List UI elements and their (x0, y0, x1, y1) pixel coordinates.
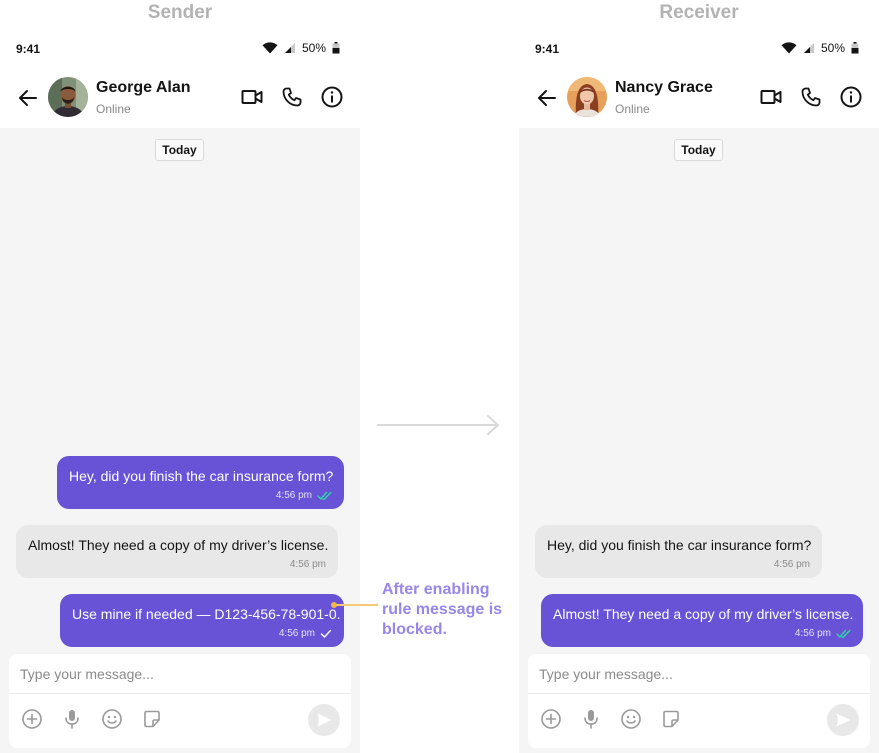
status-time: 9:41 (535, 42, 560, 56)
message-meta: 4:56 pm (774, 559, 810, 570)
outgoing-message[interactable]: Use mine if needed — D123-456-78-901-0. … (60, 594, 344, 647)
battery-percentage: 50% (301, 41, 326, 55)
add-attachment-icon[interactable] (539, 707, 563, 731)
message-text: Almost! They need a copy of my driver’s … (28, 537, 329, 553)
send-icon (836, 713, 851, 727)
single-check-sent-icon (320, 629, 332, 638)
info-icon[interactable] (320, 85, 344, 109)
date-separator: Today (674, 139, 723, 161)
outgoing-message[interactable]: Almost! They need a copy of my driver’s … (541, 594, 863, 647)
outgoing-message[interactable]: Hey, did you finish the car insurance fo… (57, 456, 344, 509)
chat-header: Nancy Grace Online (519, 66, 879, 128)
emoji-icon[interactable] (619, 707, 643, 731)
annotation-callout: After enabling rule message is blocked. (382, 581, 503, 638)
message-time: 4:56 pm (275, 490, 312, 501)
receiver-panel-title: Receiver (659, 2, 739, 23)
video-call-icon[interactable] (240, 85, 264, 109)
voice-call-icon[interactable] (799, 85, 823, 109)
sticker-icon[interactable] (140, 707, 164, 731)
message-time: 4:56 pm (794, 628, 831, 639)
wifi-icon (262, 42, 278, 54)
double-check-read-icon (836, 629, 851, 638)
contact-name: George Alan (96, 79, 191, 96)
contact-status: Online (96, 102, 131, 116)
sender-panel-title: Sender (147, 2, 213, 23)
sender-phone: 9:41 50% George Alan Online Today Hey, d… (0, 30, 360, 753)
chat-header: George Alan Online (0, 66, 360, 128)
send-icon (317, 713, 332, 727)
contact-status: Online (615, 102, 650, 116)
microphone-icon[interactable] (579, 707, 603, 731)
annotation-pointer-line (336, 604, 378, 606)
message-time: 4:56 pm (773, 559, 810, 570)
send-button[interactable] (308, 704, 340, 736)
avatar[interactable] (48, 77, 88, 117)
send-button[interactable] (827, 704, 859, 736)
battery-percentage: 50% (820, 41, 845, 55)
message-input[interactable] (528, 654, 870, 694)
message-composer (9, 654, 351, 748)
sticker-icon[interactable] (659, 707, 683, 731)
incoming-message[interactable]: Hey, did you finish the car insurance fo… (535, 525, 822, 578)
microphone-icon[interactable] (60, 707, 84, 731)
emoji-icon[interactable] (100, 707, 124, 731)
message-meta: 4:56 pm (290, 559, 326, 570)
message-list[interactable]: Today Hey, did you finish the car insura… (519, 128, 879, 753)
message-composer (528, 654, 870, 748)
contact-name: Nancy Grace (615, 79, 713, 96)
cellular-signal-icon (803, 43, 814, 53)
message-time: 4:56 pm (289, 559, 326, 570)
back-arrow-icon[interactable] (535, 86, 559, 110)
battery-icon (851, 42, 859, 54)
message-text: Almost! They need a copy of my driver’s … (553, 606, 854, 622)
status-indicators: 50% (781, 41, 859, 55)
message-text: Hey, did you finish the car insurance fo… (547, 537, 812, 553)
message-text: Hey, did you finish the car insurance fo… (69, 468, 334, 484)
video-call-icon[interactable] (759, 85, 783, 109)
voice-call-icon[interactable] (280, 85, 304, 109)
message-meta: 4:56 pm (795, 628, 851, 639)
message-input[interactable] (9, 654, 351, 694)
status-bar: 9:41 50% (519, 30, 879, 66)
message-text: Use mine if needed — D123-456-78-901-0. (72, 606, 341, 622)
message-meta: 4:56 pm (279, 628, 332, 639)
info-icon[interactable] (839, 85, 863, 109)
message-list[interactable]: Today Hey, did you finish the car insura… (0, 128, 360, 753)
double-check-read-icon (317, 491, 332, 500)
date-separator: Today (155, 139, 204, 161)
status-bar: 9:41 50% (0, 30, 360, 66)
message-time: 4:56 pm (278, 628, 315, 639)
message-meta: 4:56 pm (276, 490, 332, 501)
back-arrow-icon[interactable] (16, 86, 40, 110)
add-attachment-icon[interactable] (20, 707, 44, 731)
cellular-signal-icon (284, 43, 295, 53)
wifi-icon (781, 42, 797, 54)
battery-icon (332, 42, 340, 54)
incoming-message[interactable]: Almost! They need a copy of my driver’s … (16, 525, 338, 578)
status-time: 9:41 (16, 42, 41, 56)
receiver-phone: 9:41 50% Nancy Grace Online Today Hey, d… (519, 30, 879, 753)
flow-arrow-icon (377, 415, 499, 435)
status-indicators: 50% (262, 41, 340, 55)
avatar[interactable] (567, 77, 607, 117)
